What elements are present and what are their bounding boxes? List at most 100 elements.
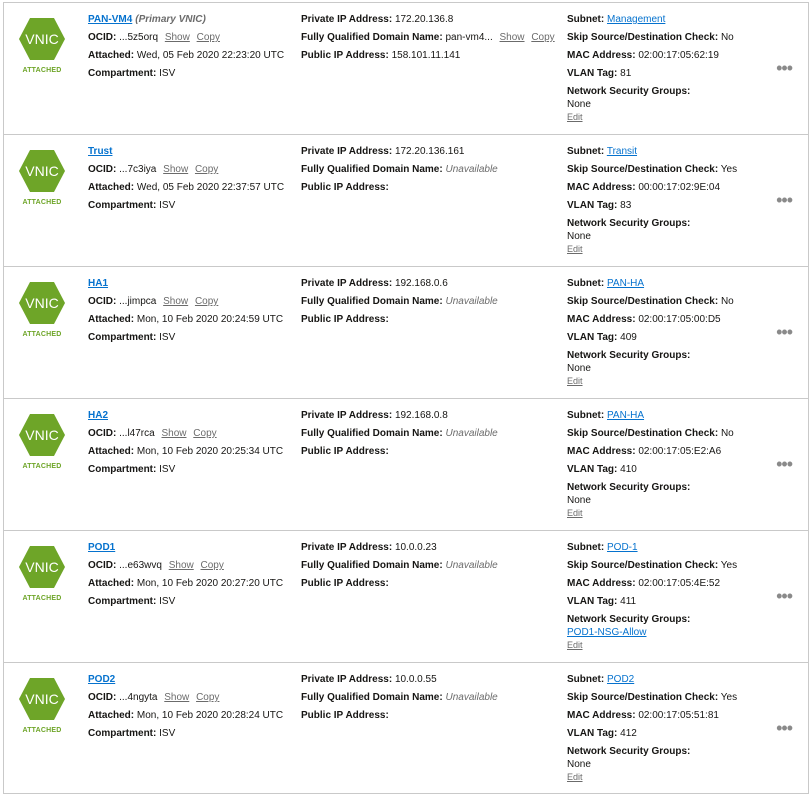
vnic-name-link[interactable]: Trust — [88, 146, 112, 157]
ocid-show-link[interactable]: Show — [163, 164, 188, 175]
compartment-value: ISV — [159, 596, 176, 607]
compartment-label: Compartment: — [88, 464, 157, 475]
vlan-label: VLAN Tag: — [567, 596, 618, 607]
ocid-show-link[interactable]: Show — [161, 428, 186, 439]
skip-check-value: No — [720, 428, 734, 439]
public-ip-label: Public IP Address: — [301, 710, 389, 721]
public-ip-label: Public IP Address: — [301, 578, 389, 589]
nsg-label: Network Security Groups: — [567, 482, 691, 493]
public-ip-label: Public IP Address: — [301, 50, 389, 61]
ocid-value: ...jimpca — [119, 296, 157, 307]
nsg-edit-link[interactable]: Edit — [567, 112, 583, 122]
ocid-show-link[interactable]: Show — [169, 560, 194, 571]
more-actions-icon[interactable]: ••• — [776, 719, 793, 737]
vnic-hexagon-icon: VNIC — [19, 678, 65, 720]
nsg-value: None — [567, 759, 591, 770]
compartment-value: ISV — [159, 464, 176, 475]
vnic-row: VNIC ATTACHED POD1 OCID: ...e63wvq Show … — [3, 530, 809, 662]
ocid-copy-link[interactable]: Copy — [195, 164, 218, 175]
subnet-link[interactable]: Management — [607, 14, 665, 25]
mac-value: 02:00:17:05:00:D5 — [638, 314, 721, 325]
vlan-value: 410 — [620, 464, 637, 475]
fqdn-label: Fully Qualified Domain Name: — [301, 428, 443, 439]
private-ip-label: Private IP Address: — [301, 542, 393, 553]
vlan-label: VLAN Tag: — [567, 464, 618, 475]
vnic-hexagon-icon: VNIC — [19, 414, 65, 456]
vnic-addressing: Private IP Address: 172.20.136.161 Fully… — [301, 145, 561, 199]
vnic-name-link[interactable]: PAN-VM4 — [88, 14, 132, 25]
private-ip-label: Private IP Address: — [301, 278, 393, 289]
more-actions-icon[interactable]: ••• — [776, 323, 793, 341]
subnet-link[interactable]: PAN-HA — [607, 410, 644, 421]
vnic-badge: VNIC ATTACHED — [17, 17, 67, 74]
subnet-link[interactable]: PAN-HA — [607, 278, 644, 289]
vnic-badge: VNIC ATTACHED — [17, 281, 67, 338]
private-ip-value: 10.0.0.55 — [394, 674, 437, 685]
ocid-show-link[interactable]: Show — [165, 32, 190, 43]
fqdn-label: Fully Qualified Domain Name: — [301, 296, 443, 307]
more-actions-icon[interactable]: ••• — [776, 59, 793, 77]
mac-value: 02:00:17:05:E2:A6 — [638, 446, 722, 457]
attached-value: Wed, 05 Feb 2020 22:23:20 UTC — [136, 50, 285, 61]
vlan-label: VLAN Tag: — [567, 200, 618, 211]
more-actions-icon[interactable]: ••• — [776, 191, 793, 209]
private-ip-value: 172.20.136.8 — [394, 14, 454, 25]
ocid-copy-link[interactable]: Copy — [195, 296, 218, 307]
private-ip-value: 192.168.0.6 — [394, 278, 448, 289]
private-ip-value: 10.0.0.23 — [394, 542, 437, 553]
ocid-value: ...4ngyta — [119, 692, 158, 703]
subnet-label: Subnet: — [567, 14, 605, 25]
mac-label: MAC Address: — [567, 50, 636, 61]
subnet-link[interactable]: POD2 — [607, 674, 634, 685]
mac-value: 02:00:17:05:4E:52 — [638, 578, 721, 589]
attachment-status: ATTACHED — [22, 595, 62, 602]
ocid-copy-link[interactable]: Copy — [197, 32, 220, 43]
vnic-badge: VNIC ATTACHED — [17, 545, 67, 602]
nsg-edit-link[interactable]: Edit — [567, 508, 583, 518]
vnic-name-link[interactable]: HA2 — [88, 410, 108, 421]
ocid-copy-link[interactable]: Copy — [201, 560, 224, 571]
vnic-network: Subnet: PAN-HA Skip Source/Destination C… — [567, 409, 757, 520]
fqdn-show-link[interactable]: Show — [500, 32, 525, 43]
more-actions-icon[interactable]: ••• — [776, 587, 793, 605]
nsg-edit-link[interactable]: Edit — [567, 244, 583, 254]
vnic-identity: POD2 OCID: ...4ngyta Show Copy Attached:… — [88, 673, 293, 745]
subnet-link[interactable]: Transit — [607, 146, 637, 157]
vnic-row: VNIC ATTACHED PAN-VM4 (Primary VNIC) OCID… — [3, 2, 809, 134]
skip-check-value: Yes — [720, 692, 738, 703]
attachment-status: ATTACHED — [22, 199, 62, 206]
ocid-copy-link[interactable]: Copy — [196, 692, 219, 703]
skip-check-label: Skip Source/Destination Check: — [567, 296, 719, 307]
attached-label: Attached: — [88, 446, 135, 457]
vnic-row: VNIC ATTACHED Trust OCID: ...7c3iya Show… — [3, 134, 809, 266]
attachment-status: ATTACHED — [22, 463, 62, 470]
ocid-copy-link[interactable]: Copy — [193, 428, 216, 439]
nsg-value[interactable]: POD1-NSG-Allow — [567, 627, 646, 638]
vnic-network: Subnet: POD2 Skip Source/Destination Che… — [567, 673, 757, 784]
compartment-label: Compartment: — [88, 200, 157, 211]
vlan-label: VLAN Tag: — [567, 332, 618, 343]
mac-value: 02:00:17:05:51:81 — [638, 710, 719, 721]
fqdn-copy-link[interactable]: Copy — [531, 32, 554, 43]
vnic-name-link[interactable]: POD1 — [88, 542, 115, 553]
vnic-hexagon-icon: VNIC — [19, 282, 65, 324]
ocid-show-link[interactable]: Show — [163, 296, 188, 307]
nsg-edit-link[interactable]: Edit — [567, 376, 583, 386]
vnic-hexagon-icon: VNIC — [19, 150, 65, 192]
subnet-link[interactable]: POD-1 — [607, 542, 638, 553]
nsg-edit-link[interactable]: Edit — [567, 772, 583, 782]
more-actions-icon[interactable]: ••• — [776, 455, 793, 473]
vnic-badge-text: VNIC — [25, 559, 58, 575]
nsg-value: None — [567, 231, 591, 242]
vnic-name-link[interactable]: POD2 — [88, 674, 115, 685]
nsg-label: Network Security Groups: — [567, 746, 691, 757]
skip-check-label: Skip Source/Destination Check: — [567, 428, 719, 439]
vnic-name-link[interactable]: HA1 — [88, 278, 108, 289]
vnic-badge-text: VNIC — [25, 691, 58, 707]
vnic-addressing: Private IP Address: 192.168.0.8 Fully Qu… — [301, 409, 561, 463]
ocid-show-link[interactable]: Show — [164, 692, 189, 703]
nsg-value: None — [567, 363, 591, 374]
skip-check-label: Skip Source/Destination Check: — [567, 692, 719, 703]
skip-check-label: Skip Source/Destination Check: — [567, 164, 719, 175]
nsg-edit-link[interactable]: Edit — [567, 640, 583, 650]
